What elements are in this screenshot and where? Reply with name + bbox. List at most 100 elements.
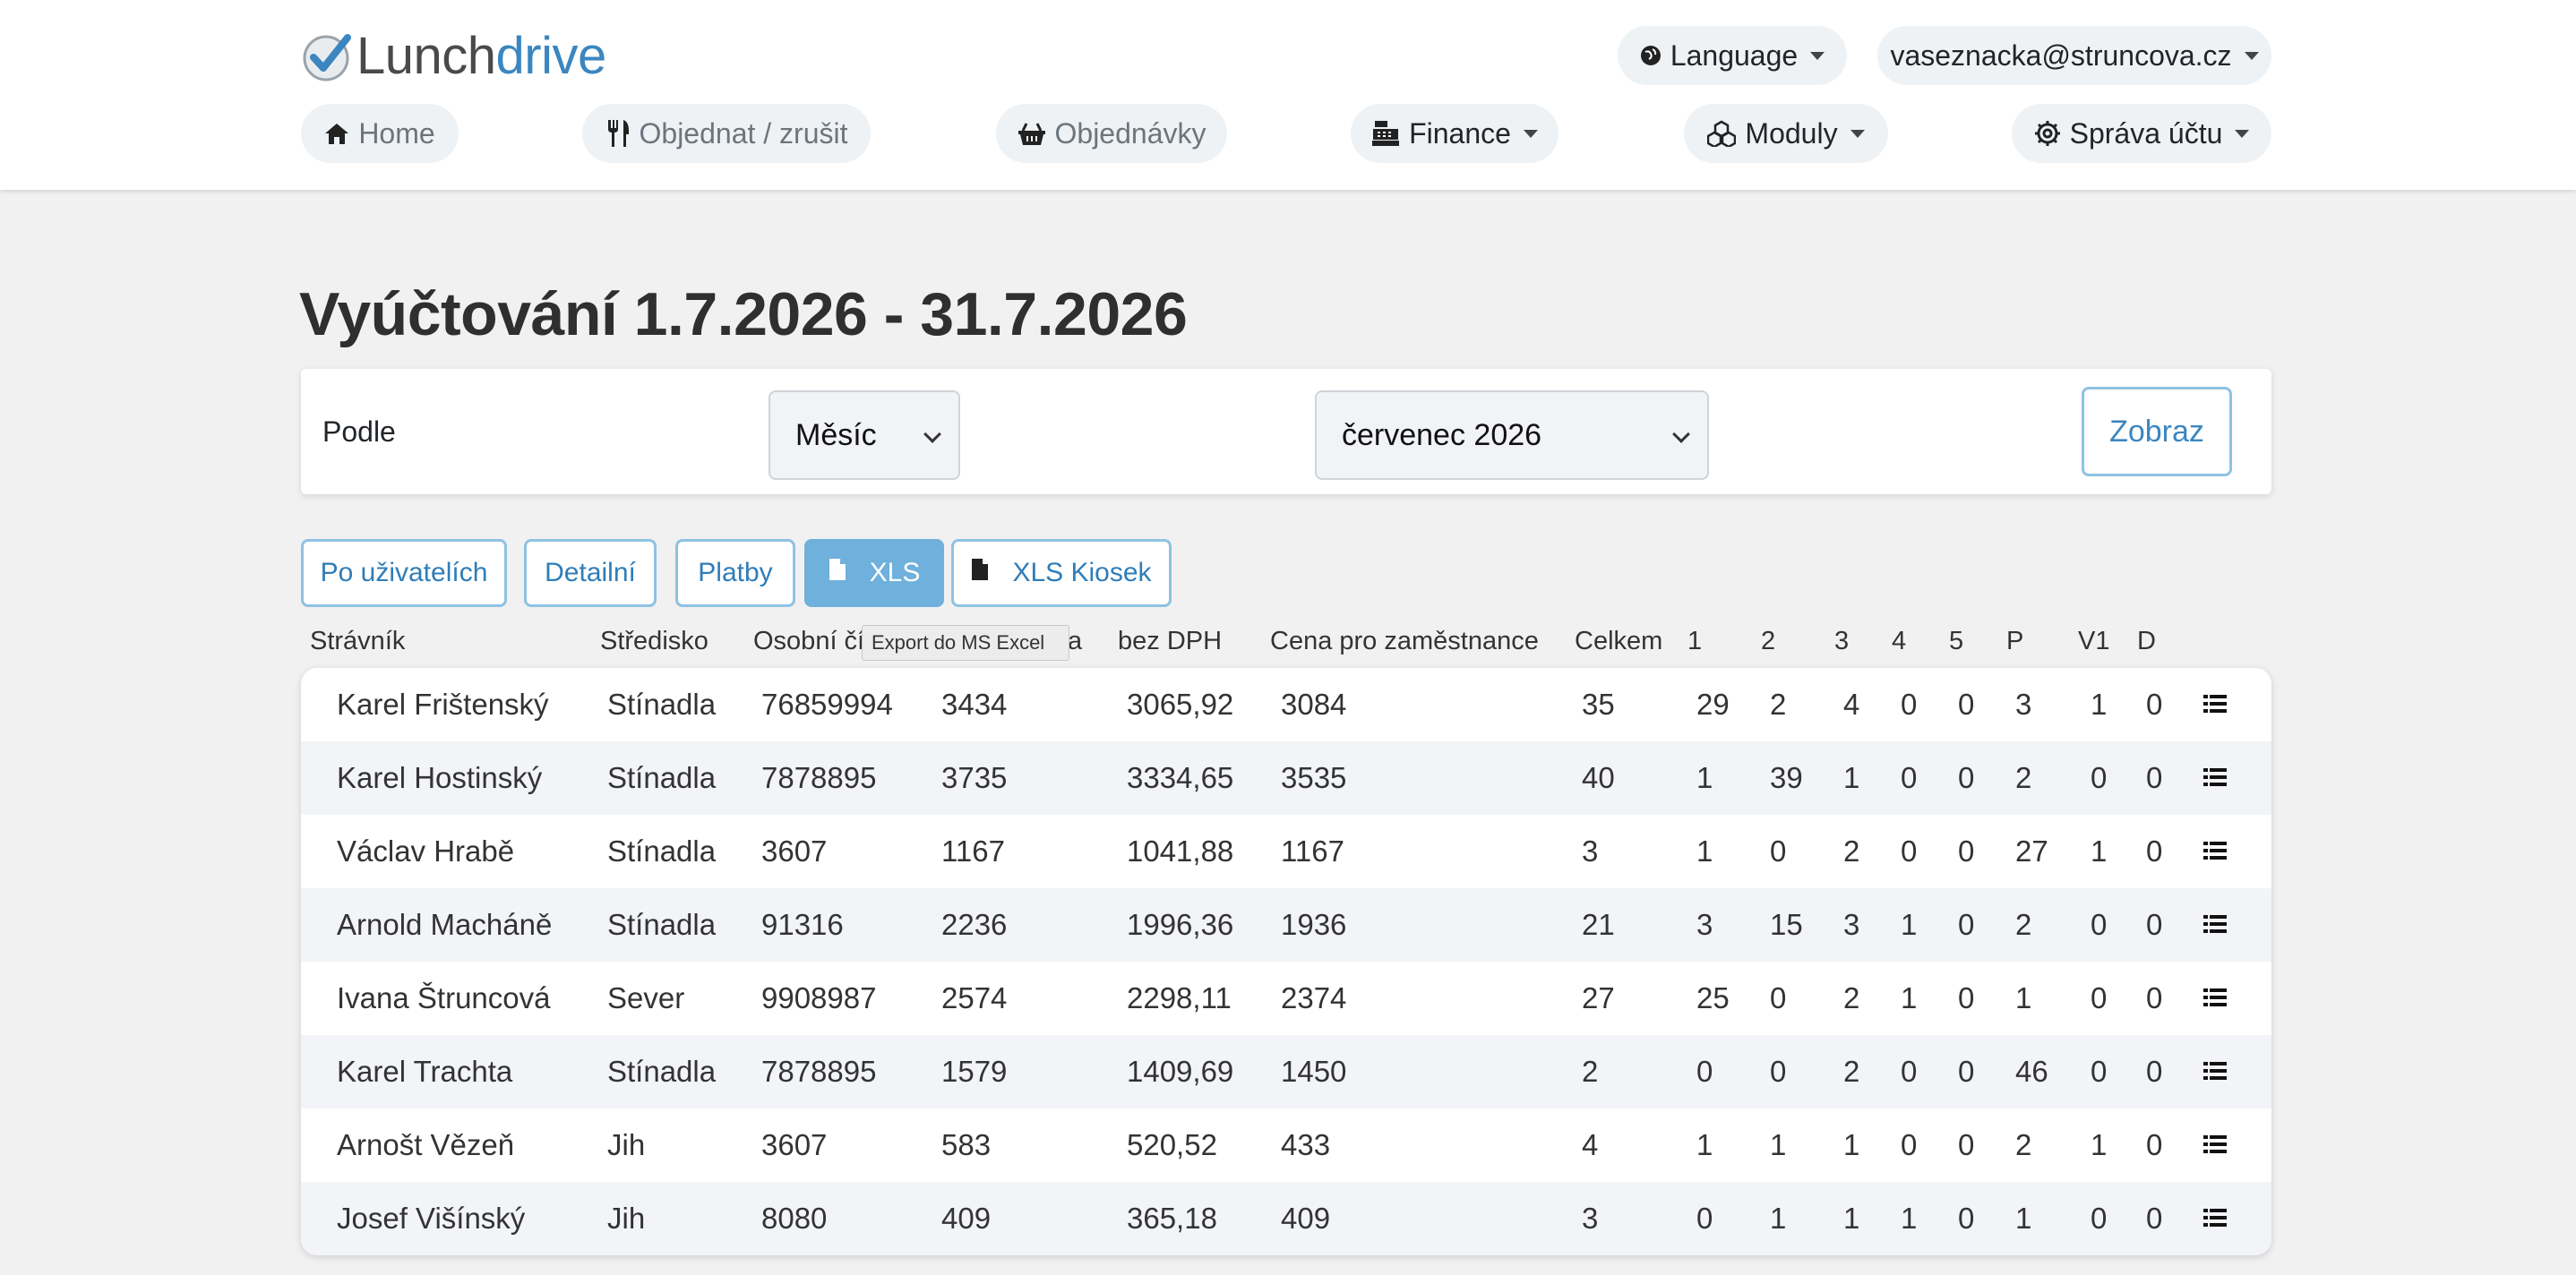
column-header-diner[interactable]: Strávník [310, 627, 405, 656]
language-dropdown[interactable]: Language [1618, 26, 1847, 85]
detail-button[interactable]: Detailní [524, 539, 657, 607]
cell-count-2: 2 [1770, 688, 1787, 721]
table-row: Josef Višínský Jih 8080 409 365,18 409 3 0 1 1 1 0 1… [301, 1182, 2271, 1255]
cell-employee-price: 1167 [1281, 834, 1344, 868]
cell-count-3: 2 [1843, 981, 1860, 1014]
cell-count-v1: 0 [2091, 908, 2108, 941]
nav-account-settings-dropdown[interactable]: Správa účtu [2012, 104, 2271, 163]
cell-count-d: 0 [2146, 1202, 2163, 1235]
period-value-select[interactable]: červenec 2026 [1315, 390, 1709, 480]
list-icon[interactable] [2203, 841, 2227, 860]
period-type-select[interactable]: Měsíc [769, 390, 960, 480]
cell-price-without-vat: 520,52 [1127, 1128, 1217, 1161]
filter-card: Podle Měsíc červenec 2026 Zobraz [301, 369, 2271, 494]
cell-count-2: 0 [1770, 834, 1787, 868]
list-icon[interactable] [2203, 988, 2227, 1007]
user-account-dropdown[interactable]: vaseznacka@struncova.cz [1877, 26, 2271, 85]
cell-diner-name: Arnold Macháně [337, 908, 553, 941]
cell-price: 3735 [941, 761, 1008, 794]
column-header-total[interactable]: Celkem [1575, 627, 1662, 656]
cell-count-2: 1 [1770, 1202, 1787, 1235]
period-type-value: Měsíc [795, 417, 877, 452]
cell-diner-name: Karel Frištenský [337, 688, 549, 721]
nav-orders[interactable]: Objednávky [996, 104, 1227, 163]
chevron-down-icon [1523, 129, 1538, 138]
list-icon[interactable] [2203, 1134, 2227, 1154]
column-header-2[interactable]: 2 [1761, 627, 1775, 656]
column-header-d[interactable]: D [2137, 627, 2156, 656]
cubes-icon [1707, 120, 1737, 147]
billing-table: Karel Frištenský Stínadla 76859994 3434 3065… [301, 668, 2271, 1255]
payments-button[interactable]: Platby [675, 539, 795, 607]
cell-employee-price: 1936 [1281, 908, 1347, 941]
column-header-employee-price[interactable]: Cena pro zaměstnance [1270, 627, 1539, 656]
export-tooltip: Export do MS Excel [862, 625, 1069, 661]
cell-count-p: 1 [2015, 1202, 2032, 1235]
column-header-3[interactable]: 3 [1834, 627, 1849, 656]
cell-total: 21 [1582, 908, 1615, 941]
cell-personal-number: 3607 [761, 834, 828, 868]
list-icon[interactable] [2203, 694, 2227, 714]
list-icon[interactable] [2203, 914, 2227, 934]
column-header-p[interactable]: P [2006, 627, 2023, 656]
cell-count-v1: 1 [2091, 834, 2108, 868]
cell-diner-name: Arnošt Vězeň [337, 1128, 515, 1161]
user-email: vaseznacka@struncova.cz [1890, 39, 2232, 72]
cell-count-4: 0 [1901, 761, 1918, 794]
nav-finance-dropdown[interactable]: Finance [1351, 104, 1558, 163]
list-icon[interactable] [2203, 767, 2227, 787]
cell-count-4: 0 [1901, 688, 1918, 721]
cell-total: 27 [1582, 981, 1615, 1014]
by-users-button[interactable]: Po uživatelích [301, 539, 507, 607]
cell-count-5: 0 [1958, 688, 1975, 721]
column-header-center[interactable]: Středisko [600, 627, 708, 656]
column-header-v1[interactable]: V1 [2078, 627, 2109, 656]
cell-employee-price: 2374 [1281, 981, 1347, 1014]
cell-total: 3 [1582, 834, 1599, 868]
nav-finance-label: Finance [1409, 116, 1511, 150]
nav-orders-label: Objednávky [1054, 116, 1206, 150]
cell-count-5: 0 [1958, 1055, 1975, 1088]
cell-count-4: 1 [1901, 981, 1918, 1014]
xls-export-button[interactable]: XLS [804, 539, 944, 607]
column-header-5[interactable]: 5 [1949, 627, 1963, 656]
nav-order-cancel[interactable]: Objednat / zrušit [582, 104, 871, 163]
brand-logo[interactable]: Lunchdrive [301, 26, 606, 85]
show-button[interactable]: Zobraz [2082, 387, 2232, 476]
cell-count-3: 2 [1843, 834, 1860, 868]
cell-total: 40 [1582, 761, 1615, 794]
column-header-without-vat[interactable]: bez DPH [1118, 627, 1222, 656]
column-header-personal-number[interactable]: Osobní čís [753, 627, 878, 656]
table-header: Strávník Středisko Osobní čís a bez DPH … [301, 627, 2271, 663]
cell-count-p: 27 [2015, 834, 2048, 868]
navbar: Lunchdrive Language vaseznacka@struncova… [0, 0, 2576, 190]
cell-count-v1: 0 [2091, 1055, 2108, 1088]
nav-modules-label: Moduly [1745, 116, 1838, 150]
cell-price-without-vat: 3334,65 [1127, 761, 1234, 794]
cell-diner-name: Karel Trachta [337, 1055, 513, 1088]
table-row: Václav Hrabě Stínadla 3607 1167 1041,88 1167 3… [301, 815, 2271, 888]
table-row: Karel Hostinský Stínadla 7878895 3735 3334,6… [301, 741, 2271, 815]
table-row: Karel Frištenský Stínadla 76859994 3434 3065… [301, 668, 2271, 741]
column-header-price-partial[interactable]: a [1068, 627, 1082, 656]
nav-modules-dropdown[interactable]: Moduly [1684, 104, 1888, 163]
column-header-1[interactable]: 1 [1687, 627, 1702, 656]
cell-count-1: 1 [1696, 1128, 1713, 1161]
cell-price: 1167 [941, 834, 1005, 868]
cell-count-p: 2 [2015, 761, 2032, 794]
brand-name: Lunchdrive [356, 26, 606, 85]
cell-count-4: 1 [1901, 908, 1918, 941]
cell-count-p: 1 [2015, 981, 2032, 1014]
list-icon[interactable] [2203, 1208, 2227, 1228]
cell-count-4: 1 [1901, 1202, 1918, 1235]
chevron-down-icon [923, 425, 941, 443]
list-icon[interactable] [2203, 1061, 2227, 1081]
cell-count-3: 1 [1843, 761, 1860, 794]
cell-personal-number: 91316 [761, 908, 844, 941]
cell-count-3: 1 [1843, 1202, 1860, 1235]
cell-count-1: 0 [1696, 1202, 1713, 1235]
cell-employee-price: 3084 [1281, 688, 1347, 721]
nav-home[interactable]: Home [301, 104, 459, 163]
xls-kiosk-export-button[interactable]: XLS Kiosek [951, 539, 1172, 607]
column-header-4[interactable]: 4 [1892, 627, 1906, 656]
